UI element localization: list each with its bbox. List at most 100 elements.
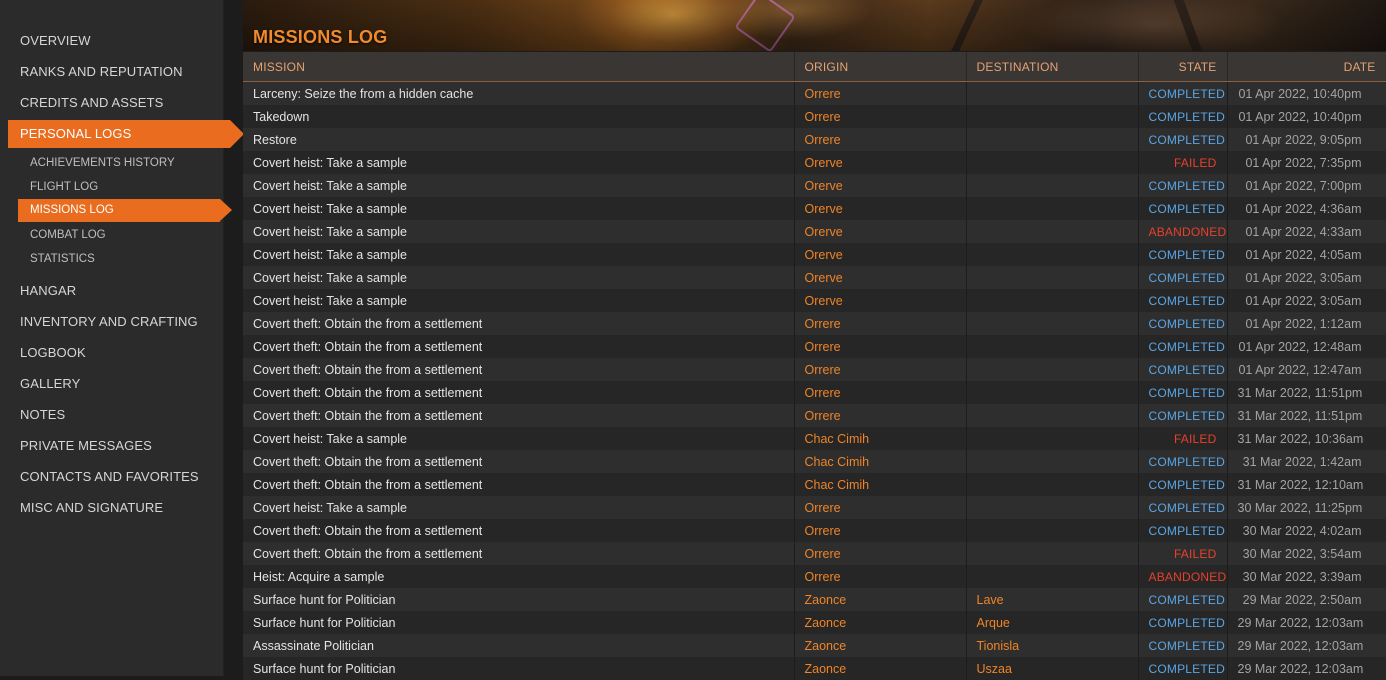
column-header-destination[interactable]: DESTINATION [966, 52, 1138, 82]
table-row[interactable]: Covert heist: Take a sampleOrrereCOMPLET… [243, 496, 1386, 519]
origin-cell: Orerve [794, 220, 966, 243]
column-header-date[interactable]: DATE [1227, 52, 1386, 82]
mission-cell: Covert theft: Obtain the from a settleme… [243, 312, 794, 335]
sidebar-subitem-achievements-history[interactable]: ACHIEVEMENTS HISTORY [0, 151, 223, 175]
date-cell: 01 Apr 2022, 4:36am [1227, 197, 1386, 220]
destination-cell: Lave [966, 588, 1138, 611]
state-cell: FAILED [1138, 151, 1227, 174]
table-row[interactable]: Covert theft: Obtain the from a settleme… [243, 404, 1386, 427]
date-cell: 01 Apr 2022, 7:00pm [1227, 174, 1386, 197]
date-cell: 01 Apr 2022, 10:40pm [1227, 82, 1386, 106]
table-row[interactable]: Covert heist: Take a sampleOrerveCOMPLET… [243, 197, 1386, 220]
column-header-state[interactable]: STATE [1138, 52, 1227, 82]
destination-cell: Uszaa [966, 657, 1138, 680]
date-cell: 01 Apr 2022, 1:12am [1227, 312, 1386, 335]
table-row[interactable]: Covert heist: Take a sampleOrerveCOMPLET… [243, 289, 1386, 312]
table-row[interactable]: TakedownOrrereCOMPLETED01 Apr 2022, 10:4… [243, 105, 1386, 128]
date-cell: 31 Mar 2022, 11:51pm [1227, 381, 1386, 404]
state-cell: COMPLETED [1138, 174, 1227, 197]
date-cell: 01 Apr 2022, 9:05pm [1227, 128, 1386, 151]
column-header-origin[interactable]: ORIGIN [794, 52, 966, 82]
destination-cell [966, 82, 1138, 106]
sidebar-item-notes[interactable]: NOTES [0, 399, 223, 430]
table-row[interactable]: Covert heist: Take a sampleOrerveCOMPLET… [243, 243, 1386, 266]
origin-cell: Orrere [794, 358, 966, 381]
date-cell: 01 Apr 2022, 10:40pm [1227, 105, 1386, 128]
destination-cell [966, 174, 1138, 197]
table-row[interactable]: Covert theft: Obtain the from a settleme… [243, 542, 1386, 565]
table-row[interactable]: Heist: Acquire a sampleOrrereABANDONED30… [243, 565, 1386, 588]
origin-cell: Orrere [794, 335, 966, 358]
origin-cell: Orrere [794, 381, 966, 404]
sidebar: OVERVIEW RANKS AND REPUTATION CREDITS AN… [0, 0, 224, 676]
state-cell: COMPLETED [1138, 105, 1227, 128]
mission-cell: Assassinate Politician [243, 634, 794, 657]
sidebar-item-personal-logs[interactable]: PERSONAL LOGS [8, 120, 230, 148]
date-cell: 30 Mar 2022, 4:02am [1227, 519, 1386, 542]
destination-cell [966, 105, 1138, 128]
date-cell: 29 Mar 2022, 2:50am [1227, 588, 1386, 611]
sidebar-item-credits-and-assets[interactable]: CREDITS AND ASSETS [0, 87, 223, 118]
origin-cell: Orerve [794, 197, 966, 220]
table-row[interactable]: Surface hunt for PoliticianZaonceArqueCO… [243, 611, 1386, 634]
main-content: MISSIONS LOG MISSION ORIGIN DESTINATION … [243, 0, 1386, 676]
sidebar-subitem-combat-log[interactable]: COMBAT LOG [0, 223, 223, 247]
sidebar-item-hangar[interactable]: HANGAR [0, 275, 223, 306]
table-row[interactable]: Covert heist: Take a sampleOrerveCOMPLET… [243, 266, 1386, 289]
table-row[interactable]: Covert theft: Obtain the from a settleme… [243, 335, 1386, 358]
sidebar-item-contacts-and-favorites[interactable]: CONTACTS AND FAVORITES [0, 461, 223, 492]
date-cell: 01 Apr 2022, 12:48am [1227, 335, 1386, 358]
sidebar-item-inventory-and-crafting[interactable]: INVENTORY AND CRAFTING [0, 306, 223, 337]
table-row[interactable]: Covert heist: Take a sampleOrerveFAILED0… [243, 151, 1386, 174]
sidebar-item-misc-and-signature[interactable]: MISC AND SIGNATURE [0, 492, 223, 523]
mission-cell: Surface hunt for Politician [243, 657, 794, 680]
state-cell: COMPLETED [1138, 496, 1227, 519]
mission-cell: Covert theft: Obtain the from a settleme… [243, 519, 794, 542]
mission-cell: Covert heist: Take a sample [243, 151, 794, 174]
table-row[interactable]: Covert theft: Obtain the from a settleme… [243, 519, 1386, 542]
table-row[interactable]: Covert theft: Obtain the from a settleme… [243, 312, 1386, 335]
table-row[interactable]: Covert heist: Take a sampleOrerveCOMPLET… [243, 174, 1386, 197]
sidebar-item-overview[interactable]: OVERVIEW [0, 25, 223, 56]
table-row[interactable]: Covert theft: Obtain the from a settleme… [243, 381, 1386, 404]
mission-cell: Larceny: Seize the from a hidden cache [243, 82, 794, 106]
table-row[interactable]: Covert theft: Obtain the from a settleme… [243, 358, 1386, 381]
date-cell: 01 Apr 2022, 3:05am [1227, 266, 1386, 289]
state-cell: COMPLETED [1138, 335, 1227, 358]
table-row[interactable]: Covert theft: Obtain the from a settleme… [243, 473, 1386, 496]
personal-logs-submenu: ACHIEVEMENTS HISTORY FLIGHT LOG MISSIONS… [0, 149, 223, 275]
origin-cell: Orerve [794, 289, 966, 312]
sidebar-item-logbook[interactable]: LOGBOOK [0, 337, 223, 368]
mission-cell: Covert theft: Obtain the from a settleme… [243, 404, 794, 427]
table-row[interactable]: Larceny: Seize the from a hidden cacheOr… [243, 82, 1386, 106]
column-header-mission[interactable]: MISSION [243, 52, 794, 82]
mission-cell: Covert heist: Take a sample [243, 197, 794, 220]
mission-cell: Surface hunt for Politician [243, 611, 794, 634]
origin-cell: Orrere [794, 496, 966, 519]
table-header-row: MISSION ORIGIN DESTINATION STATE DATE [243, 52, 1386, 82]
date-cell: 29 Mar 2022, 12:03am [1227, 634, 1386, 657]
sidebar-subitem-statistics[interactable]: STATISTICS [0, 247, 223, 271]
destination-cell [966, 519, 1138, 542]
sidebar-subitem-missions-log[interactable]: MISSIONS LOG [18, 199, 220, 222]
origin-cell: Chac Cimih [794, 473, 966, 496]
origin-cell: Orerve [794, 174, 966, 197]
state-cell: COMPLETED [1138, 404, 1227, 427]
sidebar-item-gallery[interactable]: GALLERY [0, 368, 223, 399]
sidebar-item-private-messages[interactable]: PRIVATE MESSAGES [0, 430, 223, 461]
state-cell: COMPLETED [1138, 128, 1227, 151]
mission-cell: Restore [243, 128, 794, 151]
table-row[interactable]: Covert theft: Obtain the from a settleme… [243, 450, 1386, 473]
destination-cell [966, 542, 1138, 565]
table-row[interactable]: Covert heist: Take a sampleOrerveABANDON… [243, 220, 1386, 243]
origin-cell: Orrere [794, 82, 966, 106]
state-cell: COMPLETED [1138, 82, 1227, 106]
table-row[interactable]: Surface hunt for PoliticianZaonceLaveCOM… [243, 588, 1386, 611]
table-row[interactable]: Assassinate PoliticianZaonceTionislaCOMP… [243, 634, 1386, 657]
sidebar-item-ranks-and-reputation[interactable]: RANKS AND REPUTATION [0, 56, 223, 87]
table-row[interactable]: Covert heist: Take a sampleChac CimihFAI… [243, 427, 1386, 450]
table-row[interactable]: RestoreOrrereCOMPLETED01 Apr 2022, 9:05p… [243, 128, 1386, 151]
origin-cell: Orerve [794, 243, 966, 266]
sidebar-subitem-flight-log[interactable]: FLIGHT LOG [0, 175, 223, 199]
table-row[interactable]: Surface hunt for PoliticianZaonceUszaaCO… [243, 657, 1386, 680]
